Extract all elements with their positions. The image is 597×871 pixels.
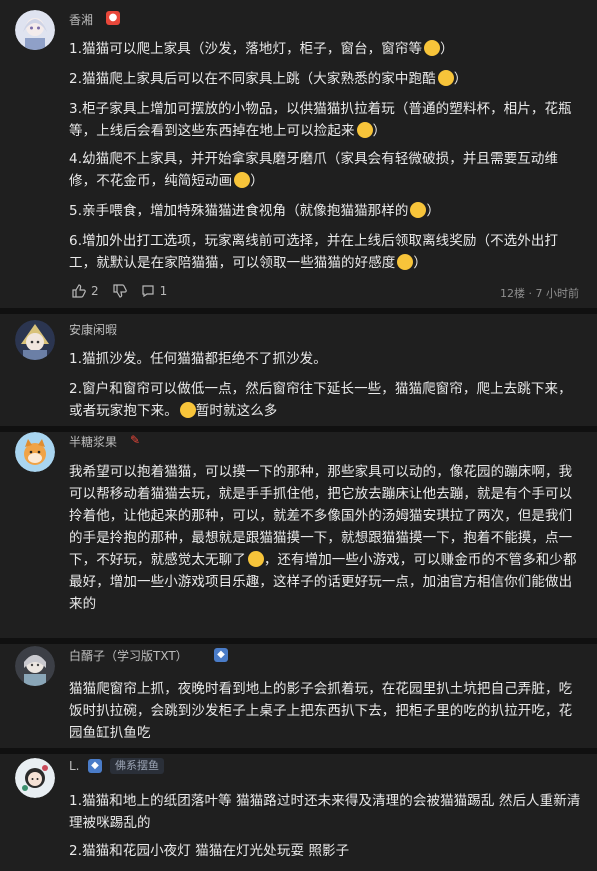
comment-paragraph: 3.柜子家具上增加可摆放的小物品，以供猫猫扒拉着玩（普通的塑料杯，相片，花瓶等，…: [69, 101, 572, 139]
level-badge-icon: ✎: [129, 433, 141, 447]
comment-paragraph: 1.猫抓沙发。任何猫猫都拒绝不了抓沙发。: [69, 351, 327, 367]
user-tag: 佛系摆鱼: [110, 758, 164, 774]
comment-paragraph: 6.增加外出打工选项，玩家离线前可选择，并在上线后领取离线奖励（不选外出打工，就…: [69, 233, 559, 271]
avatar[interactable]: [15, 10, 55, 50]
comment-paragraph: 猫猫爬窗帘上抓，夜晚时看到地上的影子会抓着玩，在花园里扒土坑把自己弄脏，吃饭时扒…: [69, 681, 573, 741]
like-count: 2: [91, 284, 99, 298]
emoji-icon: [437, 70, 454, 86]
like-button[interactable]: 2: [72, 284, 99, 298]
thumbs-down-icon: [113, 284, 127, 298]
comment-card: 半糖浆果 ✎ 我希望可以抱着猫猫，可以摸一下的那种，那些家具可以动的，像花园的蹦…: [0, 432, 597, 638]
comment-icon: [142, 285, 154, 298]
dislike-button[interactable]: [113, 284, 127, 298]
comment-paragraph: 2.猫猫和花园小夜灯 猫猫在灯光处玩耍 照影子: [69, 843, 350, 859]
reply-count: 1: [159, 284, 168, 298]
emoji-icon: [234, 172, 251, 188]
comment-paragraph: 5.亲手喂食，增加特殊猫猫进食视角（就像抱猫猫那样的）: [69, 202, 441, 219]
comment-paragraph: 1.猫猫可以爬上家具（沙发，落地灯，柜子，窗台，窗帘等）: [69, 40, 454, 57]
level-badge-icon: ◆: [88, 759, 102, 773]
comment-actions: 2 1: [72, 284, 167, 298]
comment-paragraph: 2.窗户和窗帘可以做低一点，然后窗帘往下延长一些，猫猫爬窗帘，爬上去跳下来，或者…: [69, 381, 572, 419]
avatar[interactable]: [15, 320, 55, 360]
comment-card: 香湘 ● 1.猫猫可以爬上家具（沙发，落地灯，柜子，窗台，窗帘等） 2.猫猫爬上…: [0, 0, 597, 308]
comment-card: L. ◆ 佛系摆鱼 1.猫猫和地上的纸团落叶等 猫猫路过时还未来得及清理的会被猫…: [0, 754, 597, 871]
avatar[interactable]: [15, 432, 55, 472]
floor-and-time: 12楼 · 7 小时前: [500, 287, 579, 300]
reply-button[interactable]: 1: [141, 284, 168, 298]
avatar[interactable]: [15, 646, 55, 686]
emoji-icon: [179, 402, 196, 418]
avatar[interactable]: [15, 758, 55, 798]
emoji-icon: [356, 122, 373, 138]
comment-paragraph: 4.幼猫爬不上家具，并开始拿家具磨牙磨爪（家具会有轻微破损，并且需要互动维修，不…: [69, 151, 559, 189]
username[interactable]: 安康闲暇: [69, 321, 117, 338]
username[interactable]: 半糖浆果: [69, 433, 117, 450]
username[interactable]: 白醑子（学习版TXT）: [69, 647, 188, 664]
comment-paragraph: 1.猫猫和地上的纸团落叶等 猫猫路过时还未来得及清理的会被猫猫踢乱 然后人重新清…: [69, 793, 581, 831]
comment-card: 安康闲暇 1.猫抓沙发。任何猫猫都拒绝不了抓沙发。 2.窗户和窗帘可以做低一点，…: [0, 314, 597, 426]
emoji-icon: [424, 40, 441, 56]
comment-thread: 香湘 ● 1.猫猫可以爬上家具（沙发，落地灯，柜子，窗台，窗帘等） 2.猫猫爬上…: [0, 0, 597, 871]
username[interactable]: 香湘: [69, 11, 93, 28]
emoji-icon: [397, 254, 414, 270]
level-badge-icon: ◆: [214, 648, 228, 662]
emoji-icon: [247, 551, 264, 567]
comment-paragraph: 我希望可以抱着猫猫，可以摸一下的那种，那些家具可以动的，像花园的蹦床啊，我可以帮…: [69, 464, 577, 612]
emoji-icon: [410, 202, 427, 218]
comment-card: 白醑子（学习版TXT） ◆ 猫猫爬窗帘上抓，夜晚时看到地上的影子会抓着玩，在花园…: [0, 644, 597, 748]
comment-paragraph: 2.猫猫爬上家具后可以在不同家具上跳（大家熟悉的家中跑酷）: [69, 70, 468, 87]
thumbs-up-icon: [72, 284, 86, 298]
level-badge-icon: ●: [106, 11, 120, 25]
username[interactable]: L.: [69, 759, 80, 773]
